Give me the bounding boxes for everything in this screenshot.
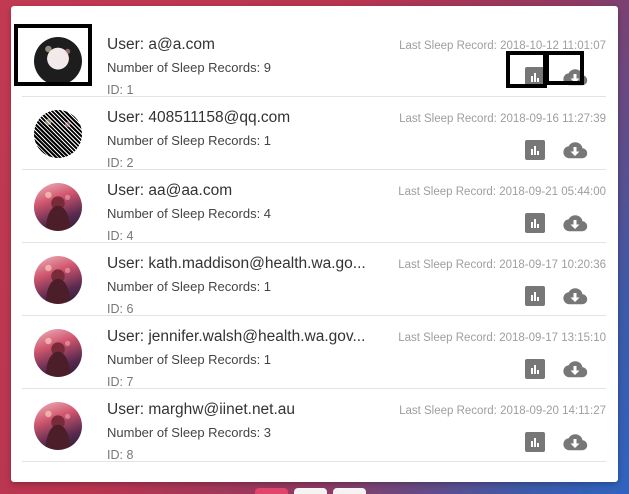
user-row[interactable]: User: 408511158@qq.com Number of Sleep R… (22, 97, 606, 170)
cloud-download-icon (563, 142, 588, 159)
sleep-record-count: Number of Sleep Records: 1 (107, 279, 272, 294)
avatar (34, 110, 82, 158)
cloud-download-icon (563, 434, 588, 451)
user-row[interactable]: User: marghw@iinet.net.au Number of Slee… (22, 389, 606, 462)
bottom-tab-strip (255, 488, 366, 494)
bar-chart-icon (531, 73, 539, 82)
download-button[interactable] (562, 67, 588, 87)
chart-button[interactable] (525, 67, 545, 87)
download-button[interactable] (562, 432, 588, 452)
avatar (34, 256, 82, 304)
user-row[interactable]: User: kath.maddison@health.wa.go... Numb… (22, 243, 606, 316)
user-id: ID: 6 (107, 302, 134, 316)
avatar (34, 37, 82, 85)
user-list-card: User: a@a.com Number of Sleep Records: 9… (11, 6, 618, 482)
chart-button[interactable] (525, 432, 545, 452)
last-sleep-record: Last Sleep Record: 2018-09-21 05:44:00 (398, 186, 606, 198)
user-email: User: jennifer.walsh@health.wa.gov... (107, 328, 366, 345)
user-row[interactable]: User: a@a.com Number of Sleep Records: 9… (22, 6, 606, 97)
user-id: ID: 7 (107, 375, 134, 389)
bar-chart-icon (531, 292, 539, 301)
last-sleep-record: Last Sleep Record: 2018-09-16 11:27:39 (399, 113, 606, 125)
bottom-tab[interactable] (255, 488, 288, 494)
bar-chart-icon (531, 146, 539, 155)
avatar (34, 402, 82, 450)
cloud-download-icon (563, 69, 588, 86)
last-sleep-record: Last Sleep Record: 2018-10-12 11:01:07 (399, 40, 606, 52)
user-email: User: kath.maddison@health.wa.go... (107, 255, 366, 272)
bottom-tab[interactable] (294, 488, 327, 494)
sleep-record-count: Number of Sleep Records: 9 (107, 60, 272, 75)
user-id: ID: 1 (107, 83, 134, 97)
user-id: ID: 2 (107, 156, 134, 170)
last-sleep-record: Last Sleep Record: 2018-09-20 14:11:27 (399, 405, 606, 417)
chart-button[interactable] (525, 359, 545, 379)
last-sleep-record: Last Sleep Record: 2018-09-17 10:20:36 (398, 259, 606, 271)
user-email: User: 408511158@qq.com (107, 109, 291, 126)
cloud-download-icon (563, 361, 588, 378)
user-email: User: aa@aa.com (107, 182, 233, 199)
download-button[interactable] (562, 286, 588, 306)
sleep-record-count: Number of Sleep Records: 4 (107, 206, 272, 221)
user-id: ID: 4 (107, 229, 134, 243)
user-row[interactable]: User: jennifer.walsh@health.wa.gov... Nu… (22, 316, 606, 389)
download-button[interactable] (562, 359, 588, 379)
bottom-tab[interactable] (333, 488, 366, 494)
user-email: User: a@a.com (107, 36, 215, 53)
cloud-download-icon (563, 288, 588, 305)
chart-button[interactable] (525, 286, 545, 306)
sleep-record-count: Number of Sleep Records: 3 (107, 425, 272, 440)
chart-button[interactable] (525, 140, 545, 160)
download-button[interactable] (562, 140, 588, 160)
cloud-download-icon (563, 215, 588, 232)
chart-button[interactable] (525, 213, 545, 233)
user-row[interactable]: User: aa@aa.com Number of Sleep Records:… (22, 170, 606, 243)
last-sleep-record: Last Sleep Record: 2018-09-17 13:15:10 (398, 332, 606, 344)
sleep-record-count: Number of Sleep Records: 1 (107, 133, 272, 148)
bar-chart-icon (531, 365, 539, 374)
avatar (34, 183, 82, 231)
user-id: ID: 8 (107, 448, 134, 462)
bar-chart-icon (531, 438, 539, 447)
download-button[interactable] (562, 213, 588, 233)
bar-chart-icon (531, 219, 539, 228)
user-email: User: marghw@iinet.net.au (107, 401, 296, 418)
sleep-record-count: Number of Sleep Records: 1 (107, 352, 272, 367)
avatar (34, 329, 82, 377)
